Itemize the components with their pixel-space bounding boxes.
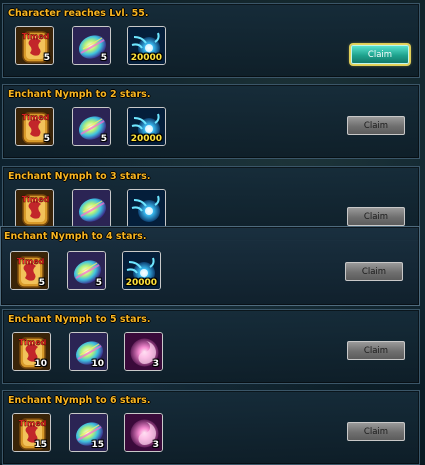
reward-quantity: 5 — [43, 53, 50, 63]
achievement-title: Character reaches Lvl. 55. — [8, 8, 149, 19]
reward-slot[interactable]: Timed 10 — [12, 332, 51, 371]
reward-quantity: 5 — [43, 134, 50, 144]
claim-button[interactable]: Claim — [351, 45, 409, 64]
reward-slot[interactable]: 20000 — [127, 26, 166, 65]
achievement-title: Enchant Nymph to 2 stars. — [8, 89, 151, 100]
achievement-row: Character reaches Lvl. 55. Timed 5 5 200… — [2, 3, 420, 78]
reward-slot[interactable]: Timed 5 — [15, 107, 54, 146]
reward-slot[interactable]: 3 — [124, 413, 163, 452]
reward-slot[interactable] — [72, 189, 111, 228]
reward-quantity: 15 — [34, 440, 47, 450]
achievement-title: Enchant Nymph to 3 stars. — [8, 171, 151, 182]
achievement-title: Enchant Nymph to 6 stars. — [8, 395, 151, 406]
claim-button[interactable]: Claim — [347, 116, 405, 135]
achievement-row: Enchant Nymph to 6 stars. Timed 15 15 3 … — [2, 390, 420, 465]
svg-text:Timed: Timed — [22, 195, 50, 204]
reward-slot[interactable]: 3 — [124, 332, 163, 371]
claim-button[interactable]: Claim — [347, 341, 405, 360]
reward-slot[interactable]: Timed — [15, 189, 54, 228]
achievement-title: Enchant Nymph to 5 stars. — [8, 314, 151, 325]
reward-slot[interactable]: 15 — [69, 413, 108, 452]
reward-slot[interactable]: Timed 15 — [12, 413, 51, 452]
reward-quantity: 5 — [38, 278, 45, 288]
svg-text:Timed: Timed — [19, 338, 47, 347]
claim-button[interactable]: Claim — [347, 422, 405, 441]
reward-slot[interactable] — [127, 189, 166, 228]
claim-button[interactable]: Claim — [345, 262, 403, 281]
svg-text:Timed: Timed — [17, 257, 45, 266]
reward-quantity: 10 — [34, 359, 47, 369]
reward-quantity: 5 — [95, 278, 102, 288]
svg-text:Timed: Timed — [22, 113, 50, 122]
reward-quantity: 20000 — [130, 53, 162, 63]
reward-quantity: 10 — [91, 359, 104, 369]
claim-button[interactable]: Claim — [347, 207, 405, 226]
reward-slot[interactable]: 5 — [72, 107, 111, 146]
reward-slot[interactable]: Timed 5 — [10, 251, 49, 290]
reward-quantity: 5 — [100, 134, 107, 144]
reward-slot[interactable]: 5 — [67, 251, 106, 290]
reward-quantity: 5 — [100, 53, 107, 63]
svg-text:Timed: Timed — [19, 419, 47, 428]
reward-slot[interactable]: 10 — [69, 332, 108, 371]
achievement-row: Enchant Nymph to 5 stars. Timed 10 10 3 … — [2, 309, 420, 384]
achievement-title: Enchant Nymph to 4 stars. — [4, 231, 147, 242]
reward-quantity: 20000 — [130, 134, 162, 144]
reward-quantity: 20000 — [125, 278, 157, 288]
achievement-row: Enchant Nymph to 4 stars. Timed 5 5 2000… — [0, 226, 420, 306]
achievement-row: Enchant Nymph to 2 stars. Timed 5 5 2000… — [2, 84, 420, 159]
reward-slot[interactable]: Timed 5 — [15, 26, 54, 65]
reward-slot[interactable]: 20000 — [122, 251, 161, 290]
reward-slot[interactable]: 5 — [72, 26, 111, 65]
reward-slot[interactable]: 20000 — [127, 107, 166, 146]
reward-quantity: 3 — [152, 440, 159, 450]
svg-text:Timed: Timed — [22, 32, 50, 41]
reward-quantity: 3 — [152, 359, 159, 369]
reward-quantity: 15 — [91, 440, 104, 450]
